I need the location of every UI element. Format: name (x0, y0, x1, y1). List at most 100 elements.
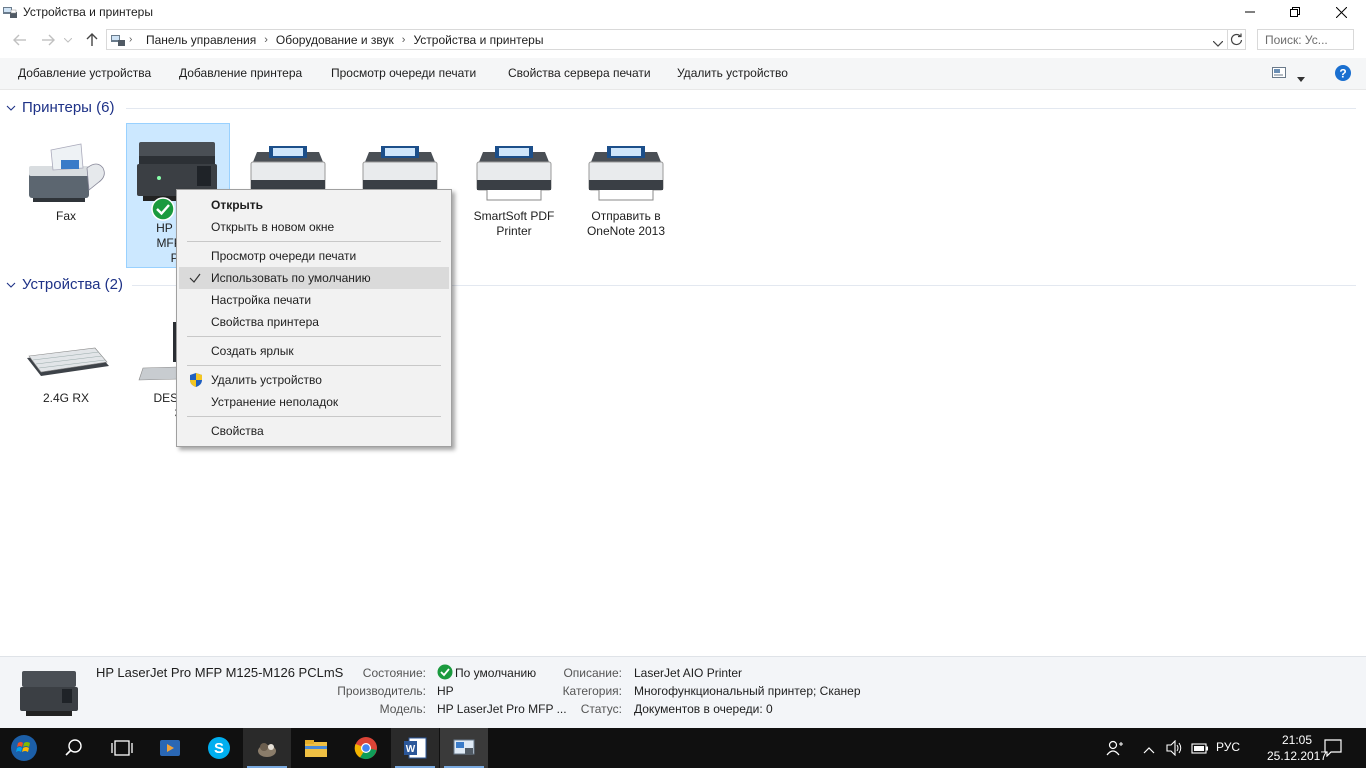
printer-icon (588, 146, 664, 201)
minimize-button[interactable] (1227, 0, 1273, 24)
show-hidden-icons-chevron-icon[interactable] (1143, 743, 1155, 757)
menu-item-properties[interactable]: Свойства (179, 420, 449, 442)
add-device-button[interactable]: Добавление устройства (18, 66, 151, 80)
menu-separator (187, 241, 441, 242)
view-print-queue-button[interactable]: Просмотр очереди печати (331, 66, 476, 80)
search-icon[interactable] (50, 728, 98, 768)
view-dropdown-chevron-icon[interactable] (1297, 71, 1305, 85)
forward-arrow-icon[interactable] (36, 28, 60, 52)
clock-date: 25.12.2017 (1266, 749, 1328, 763)
action-center-icon[interactable] (1324, 739, 1342, 760)
back-arrow-icon[interactable] (8, 28, 32, 52)
status-value: Документов в очереди: 0 (634, 702, 773, 716)
menu-item-open-new-window[interactable]: Открыть в новом окне (179, 216, 449, 238)
gimp-icon[interactable] (243, 728, 291, 768)
svg-text:W: W (406, 744, 416, 755)
clock[interactable]: 21:05 25.12.2017 (1262, 732, 1332, 764)
menu-item-printer-properties[interactable]: Свойства принтера (179, 311, 449, 333)
breadcrumb: Панель управления › Оборудование и звук … (146, 33, 543, 47)
close-button[interactable] (1318, 0, 1364, 24)
control-panel-icon (110, 32, 126, 51)
taskbar: S W РУС 21:05 25.12.2017 (0, 728, 1366, 768)
device-name: HP LaserJet Pro MFP M125-M126 PCLmS (96, 665, 344, 680)
address-bar[interactable]: › Панель управления › Оборудование и зву… (106, 29, 1246, 50)
breadcrumb-chevron-icon[interactable]: › (264, 34, 268, 46)
description-label: Описание: (563, 666, 622, 680)
menu-item-remove-device-label: Удалить устройство (211, 373, 322, 387)
help-icon[interactable]: ? (1335, 65, 1351, 84)
menu-item-troubleshoot[interactable]: Устранение неполадок (179, 391, 449, 413)
media-player-icon[interactable] (146, 728, 194, 768)
collapse-chevron-icon[interactable] (6, 103, 16, 113)
skype-icon[interactable]: S (195, 728, 243, 768)
menu-item-open[interactable]: Открыть (179, 194, 449, 216)
printer-label-line1: Отправить в (591, 209, 661, 223)
window-title: Устройства и принтеры (23, 5, 153, 19)
menu-item-create-shortcut[interactable]: Создать ярлык (179, 340, 449, 362)
word-icon[interactable]: W (391, 728, 439, 768)
menu-item-set-default-label: Использовать по умолчанию (211, 271, 371, 285)
clock-time: 21:05 (1281, 733, 1313, 747)
address-dropdown-chevron-icon[interactable] (1212, 36, 1224, 50)
status-label: Статус: (580, 702, 622, 716)
menu-separator (187, 365, 441, 366)
menu-item-set-default[interactable]: Использовать по умолчанию (179, 267, 449, 289)
file-explorer-icon[interactable] (292, 728, 340, 768)
menu-item-print-preferences[interactable]: Настройка печати (179, 289, 449, 311)
default-check-icon (437, 664, 453, 683)
recent-locations-chevron-icon[interactable] (60, 28, 76, 52)
model-label: Модель: (379, 702, 426, 716)
state-label: Состояние: (362, 666, 426, 680)
chrome-icon[interactable] (342, 728, 390, 768)
remove-device-button[interactable]: Удалить устройство (677, 66, 788, 80)
manufacturer-label: Производитель: (337, 684, 426, 698)
menu-separator (187, 336, 441, 337)
device-item-keyboard[interactable]: 2.4G RX (14, 322, 118, 406)
battery-icon[interactable] (1191, 741, 1209, 758)
category-label: Категория: (562, 684, 622, 698)
breadcrumb-chevron-icon[interactable]: › (402, 34, 406, 46)
search-input[interactable]: Поиск: Ус... (1257, 29, 1354, 50)
keyboard-icon (27, 347, 109, 376)
printer-label-line1: SmartSoft PDF (473, 209, 555, 223)
start-button[interactable] (0, 728, 48, 768)
devices-group-header[interactable]: Устройства (2) (6, 276, 123, 293)
add-printer-button[interactable]: Добавление принтера (179, 66, 302, 80)
printer-item-onenote[interactable]: Отправить в OneNote 2013 (572, 140, 680, 239)
manufacturer-value: HP (437, 684, 454, 698)
up-arrow-icon[interactable] (80, 28, 104, 52)
restore-button[interactable] (1272, 0, 1318, 24)
context-menu: Открыть Открыть в новом окне Просмотр оч… (176, 189, 452, 447)
description-value: LaserJet AIO Printer (634, 666, 743, 680)
people-icon[interactable] (1106, 740, 1124, 759)
menu-separator (187, 416, 441, 417)
breadcrumb-hardware-sound[interactable]: Оборудование и звук (276, 33, 394, 47)
group-divider (126, 108, 1356, 109)
collapse-chevron-icon[interactable] (6, 280, 16, 290)
breadcrumb-devices-printers[interactable]: Устройства и принтеры (413, 33, 543, 47)
fax-icon (29, 143, 105, 202)
windows-logo-icon (11, 735, 37, 761)
printer-item-smartsoft-pdf[interactable]: SmartSoft PDF Printer (460, 140, 568, 239)
default-check-icon (151, 197, 175, 224)
devices-group-title: Устройства (2) (22, 276, 123, 293)
breadcrumb-chevron-icon[interactable]: › (129, 34, 132, 45)
volume-icon[interactable] (1166, 739, 1184, 759)
printer-item-fax[interactable]: Fax (14, 140, 118, 224)
menu-item-remove-device[interactable]: Удалить устройство (179, 369, 449, 391)
input-language-indicator[interactable]: РУС (1216, 740, 1240, 754)
title-bar: Устройства и принтеры (0, 0, 1366, 24)
device-label-line1: 2.4G RX (42, 391, 90, 405)
printer-label-line2: Printer (496, 224, 532, 238)
menu-item-view-queue[interactable]: Просмотр очереди печати (179, 245, 449, 267)
breadcrumb-control-panel[interactable]: Панель управления (146, 33, 256, 47)
refresh-icon[interactable] (1230, 33, 1243, 49)
task-view-icon[interactable] (98, 728, 146, 768)
svg-text:S: S (214, 740, 224, 757)
print-server-properties-button[interactable]: Свойства сервера печати (508, 66, 651, 80)
printers-group-header[interactable]: Принтеры (6) (6, 99, 114, 116)
printer-icon (476, 146, 552, 201)
control-panel-taskbar-icon[interactable] (440, 728, 488, 768)
view-options-icon[interactable] (1272, 67, 1286, 81)
address-divider (1227, 30, 1228, 49)
